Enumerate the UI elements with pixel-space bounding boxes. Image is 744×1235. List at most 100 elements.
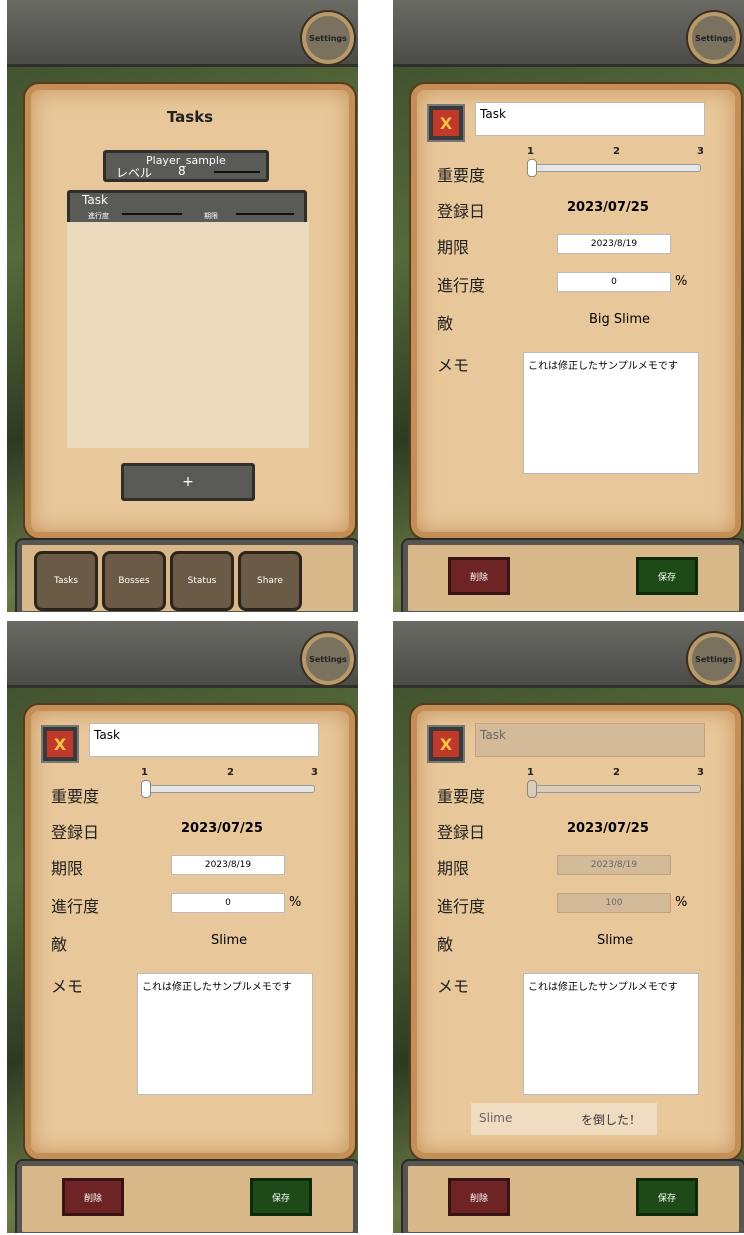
registered-label: 登録日 [437,198,485,222]
enemy-label: 敵 [437,310,453,334]
importance-slider-track[interactable] [143,785,315,793]
deadline-label: 期限 [51,855,83,879]
top-bar: Settings [7,0,358,67]
bottom-nav: Tasks Bosses Status Share [17,540,358,612]
registered-label: 登録日 [437,819,485,843]
tick-1: 1 [527,146,534,157]
screen-task-completed: Settings X Task 重要度 1 2 3 登録日 2023/07/25… [393,621,744,1233]
settings-button[interactable]: Settings [688,12,740,64]
close-button[interactable]: X [43,727,77,761]
player-card: Player_sample レベル 8 [103,150,269,182]
tick-2: 2 [227,767,234,778]
importance-slider-handle[interactable] [141,780,151,798]
save-button[interactable]: 保存 [250,1178,312,1216]
progress-input[interactable]: 0 [171,893,285,913]
tick-2: 2 [613,767,620,778]
action-bar: 削除 保存 [17,1161,358,1233]
importance-slider-handle[interactable] [527,159,537,177]
percent-sign: % [675,895,687,910]
memo-label: メモ [437,973,469,997]
top-bar: Settings [7,621,358,688]
tick-1: 1 [141,767,148,778]
tick-3: 3 [697,146,704,157]
task-header-label: Task [82,193,108,207]
enemy-label: 敵 [437,931,453,955]
close-button[interactable]: X [429,727,463,761]
memo-label: メモ [51,973,83,997]
importance-slider-handle [527,780,537,798]
settings-button[interactable]: Settings [688,633,740,685]
memo-label: メモ [437,352,469,376]
nav-tasks[interactable]: Tasks [34,551,98,611]
settings-button[interactable]: Settings [302,12,354,64]
delete-button[interactable]: 削除 [62,1178,124,1216]
save-button[interactable]: 保存 [636,557,698,595]
enemy-name: Slime [597,933,633,948]
top-bar: Settings [393,0,744,67]
memo-textarea[interactable]: これは修正したサンプルメモです [523,352,699,474]
exp-bar [214,171,260,173]
deadline-input[interactable]: 2023/8/19 [171,855,285,875]
player-name: Player_sample [146,154,226,167]
percent-sign: % [289,895,301,910]
enemy-name: Slime [211,933,247,948]
registered-date: 2023/07/25 [181,821,263,836]
settings-button[interactable]: Settings [302,633,354,685]
nav-bosses[interactable]: Bosses [102,551,166,611]
tick-2: 2 [613,146,620,157]
percent-sign: % [675,274,687,289]
screen-edit-task: Settings X Task 重要度 1 2 3 登録日 2023/07/25… [7,621,358,1233]
action-bar: 削除 保存 [403,540,744,612]
nav-status[interactable]: Status [170,551,234,611]
defeat-banner: Slime を倒した！ [471,1103,657,1135]
page-title: Tasks [31,108,349,126]
deadline-bar [236,213,294,215]
deadline-label: 期限 [437,234,469,258]
registered-date: 2023/07/25 [567,821,649,836]
tick-3: 3 [311,767,318,778]
task-name-input[interactable]: Task [89,723,319,757]
enemy-label: 敵 [51,931,67,955]
save-button[interactable]: 保存 [636,1178,698,1216]
nav-share[interactable]: Share [238,551,302,611]
parchment-panel: X Task 重要度 1 2 3 登録日 2023/07/25 期限 2023/… [25,705,355,1159]
deadline-label: 期限 [437,855,469,879]
progress-label: 進行度 [51,893,99,917]
delete-button[interactable]: 削除 [448,1178,510,1216]
parchment-panel: Tasks Player_sample レベル 8 Task 進行度 期限 + [25,84,355,538]
parchment-panel: X Task 重要度 1 2 3 登録日 2023/07/25 期限 2023/… [411,84,741,538]
defeat-enemy: Slime [479,1111,512,1125]
importance-label: 重要度 [437,162,485,186]
task-list-area [67,222,309,448]
progress-bar [122,213,182,215]
top-bar: Settings [393,621,744,688]
progress-label: 進行度 [437,893,485,917]
defeat-text: を倒した！ [581,1111,641,1128]
importance-slider-track[interactable] [529,164,701,172]
registered-date: 2023/07/25 [567,200,649,215]
progress-label: 進行度 [88,211,109,221]
close-button[interactable]: X [429,106,463,140]
deadline-input[interactable]: 2023/8/19 [557,234,671,254]
task-list-header[interactable]: Task 進行度 期限 [67,190,307,226]
tick-1: 1 [527,767,534,778]
registered-label: 登録日 [51,819,99,843]
enemy-name: Big Slime [589,312,650,327]
add-task-button[interactable]: + [121,463,255,501]
screen-task-list: Settings Tasks Player_sample レベル 8 Task … [7,0,358,612]
importance-label: 重要度 [51,783,99,807]
parchment-panel: X Task 重要度 1 2 3 登録日 2023/07/25 期限 2023/… [411,705,741,1159]
importance-label: 重要度 [437,783,485,807]
deadline-label: 期限 [204,211,218,221]
progress-input: 100 [557,893,671,913]
screen-edit-task: Settings X Task 重要度 1 2 3 登録日 2023/07/25… [393,0,744,612]
level-label: レベル [116,164,152,181]
action-bar: 削除 保存 [403,1161,744,1233]
memo-textarea[interactable]: これは修正したサンプルメモです [137,973,313,1095]
progress-label: 進行度 [437,272,485,296]
importance-slider-track [529,785,701,793]
tick-3: 3 [697,767,704,778]
task-name-input[interactable]: Task [475,102,705,136]
progress-input[interactable]: 0 [557,272,671,292]
delete-button[interactable]: 削除 [448,557,510,595]
